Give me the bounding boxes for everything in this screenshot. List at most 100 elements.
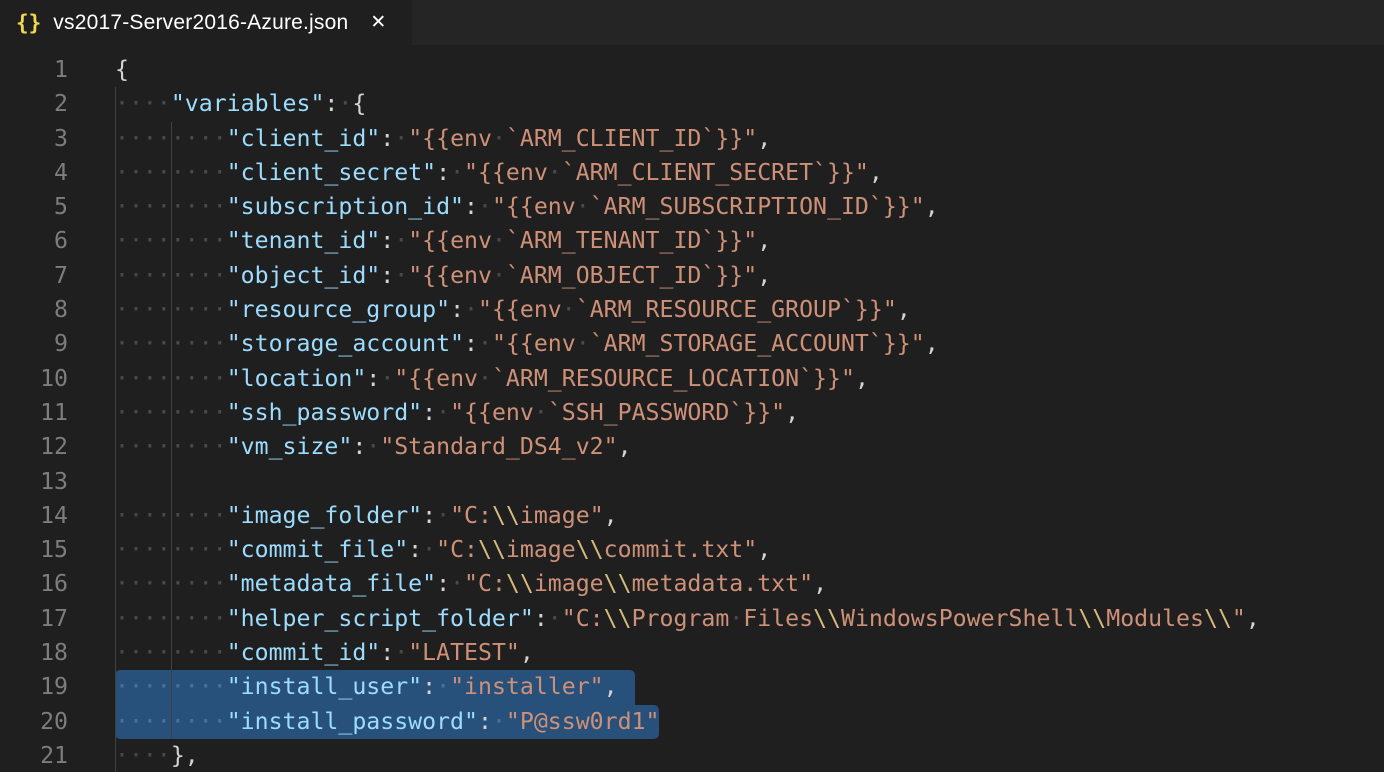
- code-token: },: [171, 742, 199, 769]
- code-line[interactable]: 8········"resource_group":·"{{env·`ARM_R…: [0, 293, 1384, 327]
- code-line[interactable]: 21 ····},: [0, 739, 1384, 772]
- code-token: ,: [604, 673, 618, 700]
- line-number[interactable]: 20: [0, 705, 68, 739]
- code-line[interactable]: 3 ········"client_id":·"{{env·`ARM_CLIENT…: [0, 122, 1384, 156]
- code-token: \\: [478, 536, 506, 563]
- code-token: "{{env: [492, 330, 576, 357]
- code-line[interactable]: 20········"install_password":·"P@ssw0rd1…: [0, 705, 1384, 739]
- line-number[interactable]: 13: [0, 465, 68, 499]
- code-token: `ARM_STORAGE_ACCOUNT`}}": [590, 330, 925, 357]
- tab-vs2017-server2016-azure-json[interactable]: {} vs2017-Server2016-Azure.json ✕: [0, 0, 412, 45]
- line-number[interactable]: 16: [0, 567, 68, 601]
- code-line[interactable]: 10········"location":·"{{env·`ARM_RESOUR…: [0, 362, 1384, 396]
- line-number[interactable]: 5: [0, 190, 68, 224]
- line-number[interactable]: 10: [0, 362, 68, 396]
- code-line-content: ········"client_id":·"{{env·`ARM_CLIENT_…: [115, 122, 771, 156]
- code-line[interactable]: 16 ········"metadata_file":·"C:\\image\\m…: [0, 567, 1384, 601]
- whitespace-dots: ·: [436, 502, 450, 529]
- whitespace-dots: ·: [366, 433, 380, 460]
- line-number[interactable]: 14: [0, 499, 68, 533]
- code-line[interactable]: 19········"install_user":·"installer",: [0, 670, 1384, 704]
- line-number[interactable]: 18: [0, 636, 68, 670]
- code-token: ,: [897, 296, 911, 323]
- code-line[interactable]: 14········"image_folder":·"C:\\image",: [0, 499, 1384, 533]
- whitespace-dots: ·: [394, 639, 408, 666]
- line-number[interactable]: 8: [0, 293, 68, 327]
- whitespace-dots: ·: [394, 227, 408, 254]
- line-number[interactable]: 4: [0, 156, 68, 190]
- code-token: commit.txt": [604, 536, 758, 563]
- code-token: ,: [757, 262, 771, 289]
- code-token: ,: [813, 570, 827, 597]
- line-number[interactable]: 15: [0, 533, 68, 567]
- line-number[interactable]: 17: [0, 602, 68, 636]
- whitespace-dots: ·: [729, 605, 743, 632]
- code-token: :: [422, 673, 436, 700]
- code-token: ,: [855, 365, 869, 392]
- code-token: image: [534, 570, 604, 597]
- line-number[interactable]: 9: [0, 327, 68, 361]
- whitespace-dots: ·: [478, 365, 492, 392]
- code-token: `ARM_TENANT_ID`}}": [506, 227, 757, 254]
- code-line[interactable]: 7 ········"object_id":·"{{env·`ARM_OBJECT…: [0, 259, 1384, 293]
- code-line[interactable]: 11········"ssh_password":·"{{env·`SSH_PA…: [0, 396, 1384, 430]
- whitespace-dots: ·: [436, 399, 450, 426]
- code-token: :: [534, 605, 548, 632]
- code-line-content: ········"subscription_id":·"{{env·`ARM_S…: [115, 190, 939, 224]
- code-token: "helper_script_folder": [227, 605, 534, 632]
- whitespace-dots: ·: [450, 159, 464, 186]
- whitespace-dots: ····: [115, 742, 171, 769]
- code-token: "install_user": [227, 673, 422, 700]
- code-token: ,: [520, 639, 534, 666]
- code-line[interactable]: 2····"variables":·{: [0, 87, 1384, 121]
- code-line[interactable]: 9········"storage_account":·"{{env·`ARM_…: [0, 327, 1384, 361]
- code-token: "client_secret": [227, 159, 436, 186]
- code-token: :: [450, 296, 464, 323]
- code-token: :: [436, 570, 450, 597]
- code-token: :: [380, 639, 394, 666]
- code-line[interactable]: 1{: [0, 53, 1384, 87]
- indent-guide: [171, 122, 172, 739]
- line-number[interactable]: 1: [0, 53, 68, 87]
- code-token: "{{env: [492, 193, 576, 220]
- line-number[interactable]: 2: [0, 87, 68, 121]
- code-token: ,: [618, 433, 632, 460]
- whitespace-dots: ·: [478, 193, 492, 220]
- line-number[interactable]: 11: [0, 396, 68, 430]
- code-token: Modules: [1106, 605, 1204, 632]
- code-token: \\: [492, 502, 520, 529]
- line-number[interactable]: 7: [0, 259, 68, 293]
- code-line[interactable]: 18········"commit_id":·"LATEST",: [0, 636, 1384, 670]
- code-line[interactable]: 12········"vm_size":·"Standard_DS4_v2",: [0, 430, 1384, 464]
- editor[interactable]: 1{2····"variables":·{3 ········"client_id…: [0, 45, 1384, 772]
- code-token: \\: [604, 605, 632, 632]
- code-token: "{{env: [408, 262, 492, 289]
- code-line[interactable]: 5········"subscription_id":·"{{env·`ARM_…: [0, 190, 1384, 224]
- line-number[interactable]: 6: [0, 224, 68, 258]
- code-token: "subscription_id": [227, 193, 464, 220]
- line-number[interactable]: 19: [0, 670, 68, 704]
- line-number[interactable]: 21: [0, 739, 68, 772]
- whitespace-dots: ·: [464, 296, 478, 323]
- code-line-content: ········"metadata_file":·"C:\\image\\met…: [115, 567, 827, 601]
- code-line[interactable]: 6········"tenant_id":·"{{env·`ARM_TENANT…: [0, 224, 1384, 258]
- whitespace-dots: ·: [492, 708, 506, 735]
- code-line[interactable]: 15········"commit_file":·"C:\\image\\com…: [0, 533, 1384, 567]
- line-number[interactable]: 3: [0, 122, 68, 156]
- code-line[interactable]: 4········"client_secret":·"{{env·`ARM_CL…: [0, 156, 1384, 190]
- whitespace-dots: ·: [492, 227, 506, 254]
- code-line[interactable]: 17········"helper_script_folder":·"C:\\P…: [0, 602, 1384, 636]
- code-line[interactable]: 13: [0, 465, 1384, 499]
- code-token: "{{env: [450, 399, 534, 426]
- whitespace-dots: ·: [394, 125, 408, 152]
- code-token: "image_folder": [227, 502, 422, 529]
- code-token: \\: [576, 536, 604, 563]
- code-token: ,: [925, 193, 939, 220]
- code-token: "commit_file": [227, 536, 408, 563]
- code-token: :: [380, 262, 394, 289]
- code-token: :: [464, 193, 478, 220]
- tab-close-icon[interactable]: ✕: [370, 11, 386, 34]
- code-line-content: ········"object_id":·"{{env·`ARM_OBJECT_…: [115, 259, 771, 293]
- line-number[interactable]: 12: [0, 430, 68, 464]
- code-token: "C:: [562, 605, 604, 632]
